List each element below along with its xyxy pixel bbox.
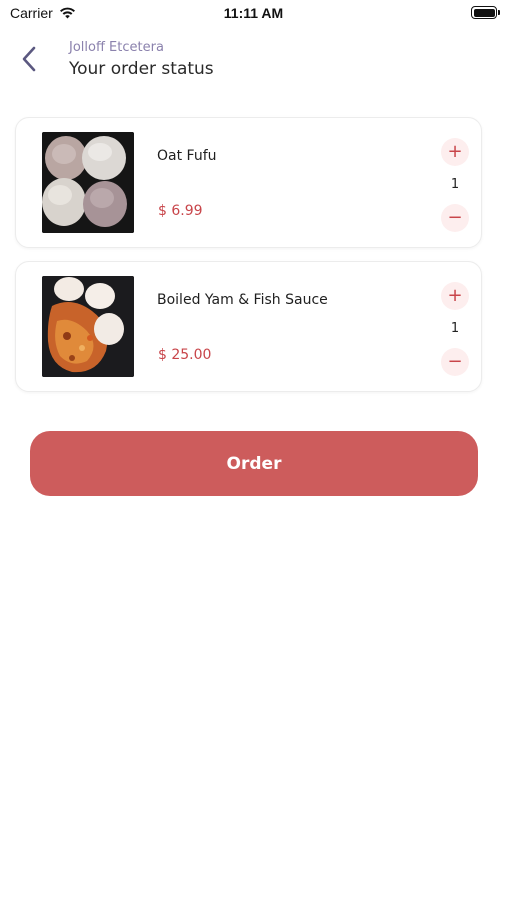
clock: 11:11 AM [223,5,284,21]
battery-icon [471,6,500,19]
quantity-value: 1 [450,321,460,336]
item-price: $ 25.00 [158,347,212,363]
minus-icon: − [447,207,463,228]
minus-icon: − [447,351,463,372]
back-button[interactable] [14,44,44,74]
food-image-oat-fufu [42,132,134,233]
page-title: Your order status [69,59,214,79]
order-button[interactable]: Order [30,431,478,496]
increase-quantity-button[interactable]: + [441,138,469,166]
order-item-card: Boiled Yam & Fish Sauce $ 25.00 + 1 − [15,261,482,392]
restaurant-name: Jolloff Etcetera [69,40,164,55]
increase-quantity-button[interactable]: + [441,282,469,310]
quantity-value: 1 [450,177,460,192]
decrease-quantity-button[interactable]: − [441,348,469,376]
food-image-boiled-yam [42,276,134,377]
item-name: Oat Fufu [157,148,217,164]
plus-icon: + [447,141,463,162]
item-price: $ 6.99 [158,203,203,219]
chevron-left-icon [22,46,36,72]
plus-icon: + [447,285,463,306]
item-name: Boiled Yam & Fish Sauce [157,292,328,308]
decrease-quantity-button[interactable]: − [441,204,469,232]
order-item-card: Oat Fufu $ 6.99 + 1 − [15,117,482,248]
status-bar: Carrier 11:11 AM [0,0,507,28]
